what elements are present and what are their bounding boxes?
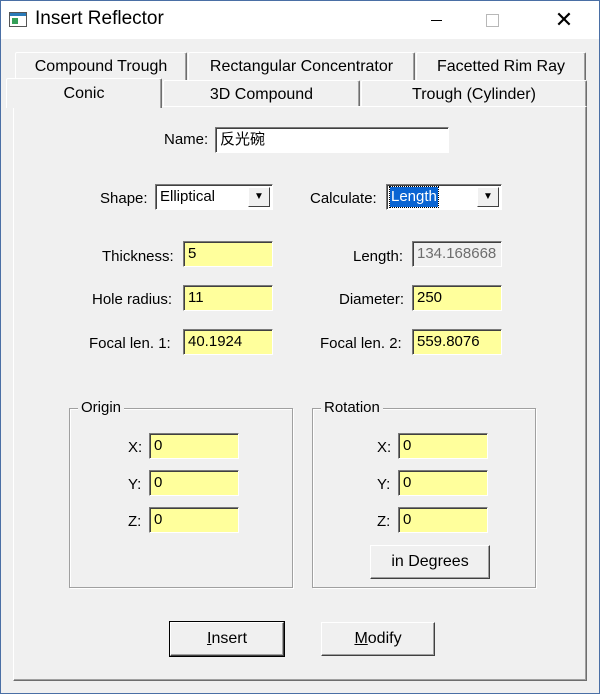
rotation-y-label: Y: <box>377 476 391 493</box>
chevron-down-icon[interactable]: ▼ <box>248 187 270 207</box>
maximize-icon <box>485 13 499 27</box>
modify-button[interactable]: Modify <box>321 622 435 656</box>
origin-x-label: X: <box>128 439 143 456</box>
rotation-x-label: X: <box>377 439 392 456</box>
focal-len-1-label: Focal len. 1: <box>89 335 171 352</box>
chevron-down-icon[interactable]: ▼ <box>477 187 499 207</box>
length-label: Length: <box>353 248 404 265</box>
origin-group-title: Origin <box>78 399 125 416</box>
length-input[interactable]: 134.168668 <box>412 241 502 267</box>
modify-label: odify <box>367 630 402 647</box>
modify-mnemonic: M <box>354 630 368 647</box>
name-label: Name: <box>164 131 209 148</box>
tab-compound-trough[interactable]: Compound Trough <box>15 52 187 80</box>
origin-z-input[interactable]: 0 <box>149 507 239 533</box>
insert-reflector-dialog: Insert Reflector ✕ Compound Trough Recta… <box>0 0 600 694</box>
focal-len-1-input[interactable]: 40.1924 <box>183 329 273 355</box>
origin-x-input[interactable]: 0 <box>149 433 239 459</box>
shape-label: Shape: <box>100 190 148 207</box>
tab-conic[interactable]: Conic <box>6 78 162 108</box>
origin-group: Origin X: 0 Y: 0 Z: 0 <box>69 399 293 588</box>
calculate-select-value: Length <box>389 186 439 208</box>
focal-len-2-input[interactable]: 559.8076 <box>412 329 502 355</box>
thickness-input[interactable]: 5 <box>183 241 273 267</box>
origin-z-label: Z: <box>128 513 142 530</box>
close-button[interactable]: ✕ <box>541 1 587 39</box>
in-degrees-button[interactable]: in Degrees <box>370 545 490 579</box>
origin-y-label: Y: <box>128 476 142 493</box>
focal-len-2-label: Focal len. 2: <box>320 335 402 352</box>
shape-select[interactable]: Elliptical ▼ <box>155 184 273 210</box>
tab-rectangular-concentrator[interactable]: Rectangular Concentrator <box>188 52 415 80</box>
hole-radius-label: Hole radius: <box>92 291 173 308</box>
title-bar: Insert Reflector ✕ <box>1 1 599 39</box>
minimize-icon <box>430 19 442 21</box>
minimize-button[interactable] <box>413 1 459 39</box>
insert-label: nsert <box>211 630 248 647</box>
tab-3d-compound[interactable]: 3D Compound <box>163 80 360 108</box>
tab-facetted-rim-ray[interactable]: Facetted Rim Ray <box>416 52 586 80</box>
rotation-y-input[interactable]: 0 <box>398 470 488 496</box>
rotation-group-title: Rotation <box>321 399 383 416</box>
diameter-input[interactable]: 250 <box>412 285 502 311</box>
calculate-label: Calculate: <box>310 190 377 207</box>
rotation-z-label: Z: <box>377 513 391 530</box>
tab-trough-cylinder[interactable]: Trough (Cylinder) <box>361 80 587 108</box>
name-input[interactable]: 反光碗 <box>215 127 449 153</box>
rotation-z-input[interactable]: 0 <box>398 507 488 533</box>
close-icon: ✕ <box>554 7 574 32</box>
rotation-x-input[interactable]: 0 <box>398 433 488 459</box>
diameter-label: Diameter: <box>339 291 405 308</box>
insert-button[interactable]: Insert <box>169 621 285 657</box>
origin-y-input[interactable]: 0 <box>149 470 239 496</box>
hole-radius-input[interactable]: 11 <box>183 285 273 311</box>
calculate-select[interactable]: Length ▼ <box>386 184 502 210</box>
shape-select-value: Elliptical <box>160 188 216 205</box>
maximize-button[interactable] <box>469 1 515 39</box>
rotation-group: Rotation X: 0 Y: 0 Z: 0 in Degrees <box>312 399 536 588</box>
thickness-label: Thickness: <box>102 248 174 265</box>
window-title: Insert Reflector <box>35 8 164 29</box>
app-window-icon <box>9 12 27 27</box>
conic-tab-panel: Name: 反光碗 Shape: Elliptical ▼ Calculate:… <box>13 106 587 681</box>
